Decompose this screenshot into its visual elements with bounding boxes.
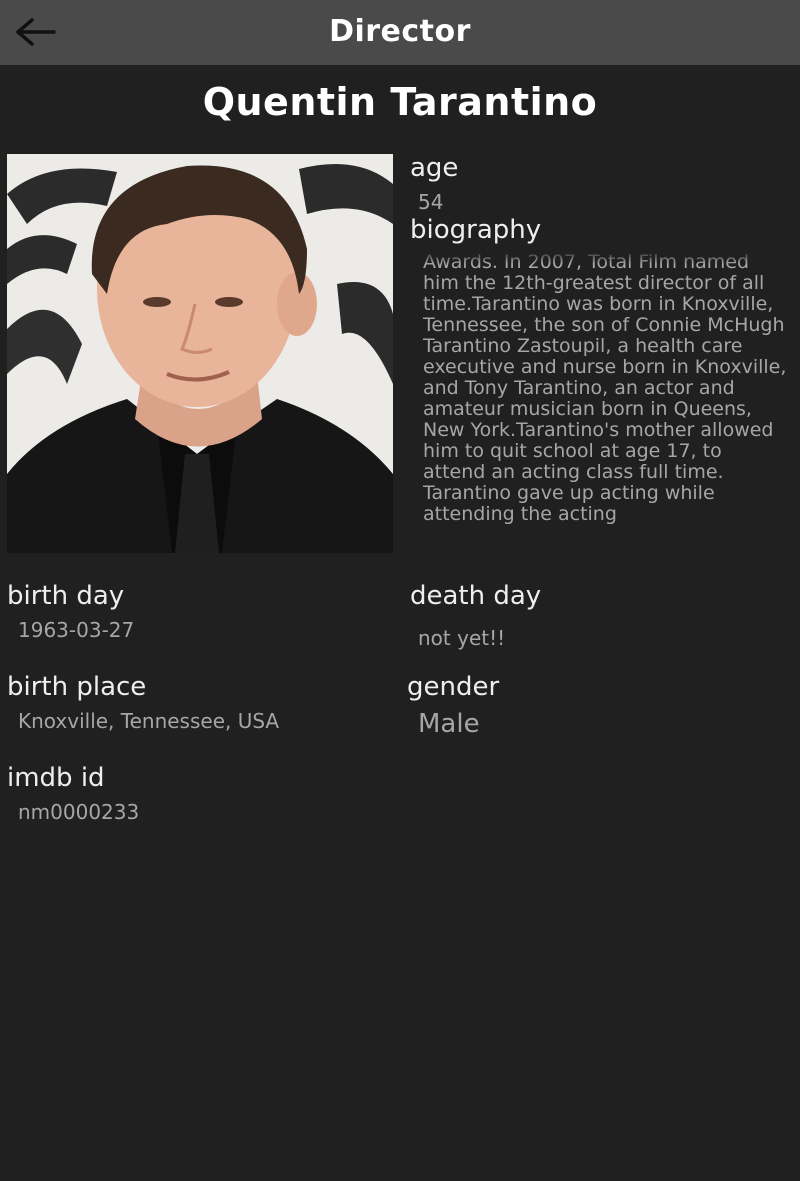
biography-scroll[interactable]: nominated for Emmy and Grammy Awards. In… [423,250,793,546]
bio-fade-top [423,250,793,264]
age-label: age [410,153,459,183]
age-value: 54 [418,190,444,214]
death-day-label: death day [410,581,542,611]
gender-value: Male [418,709,480,739]
bio-fade-bottom [423,532,793,546]
director-name: Quentin Tarantino [202,80,598,124]
birth-place-label: birth place [7,672,147,702]
birth-place-value: Knoxville, Tennessee, USA [18,709,280,733]
birth-day-label: birth day [7,581,125,611]
page-title: Director [329,14,471,49]
death-day-value: not yet!! [418,626,506,650]
birth-day-value: 1963-03-27 [18,618,135,642]
app-bar: Director [0,0,800,65]
gender-label: gender [407,672,500,702]
director-photo [7,154,393,553]
biography-text: nominated for Emmy and Grammy Awards. In… [423,250,787,525]
biography-label: biography [410,215,542,245]
imdb-id-value: nm0000233 [18,800,140,824]
imdb-id-label: imdb id [7,763,105,793]
